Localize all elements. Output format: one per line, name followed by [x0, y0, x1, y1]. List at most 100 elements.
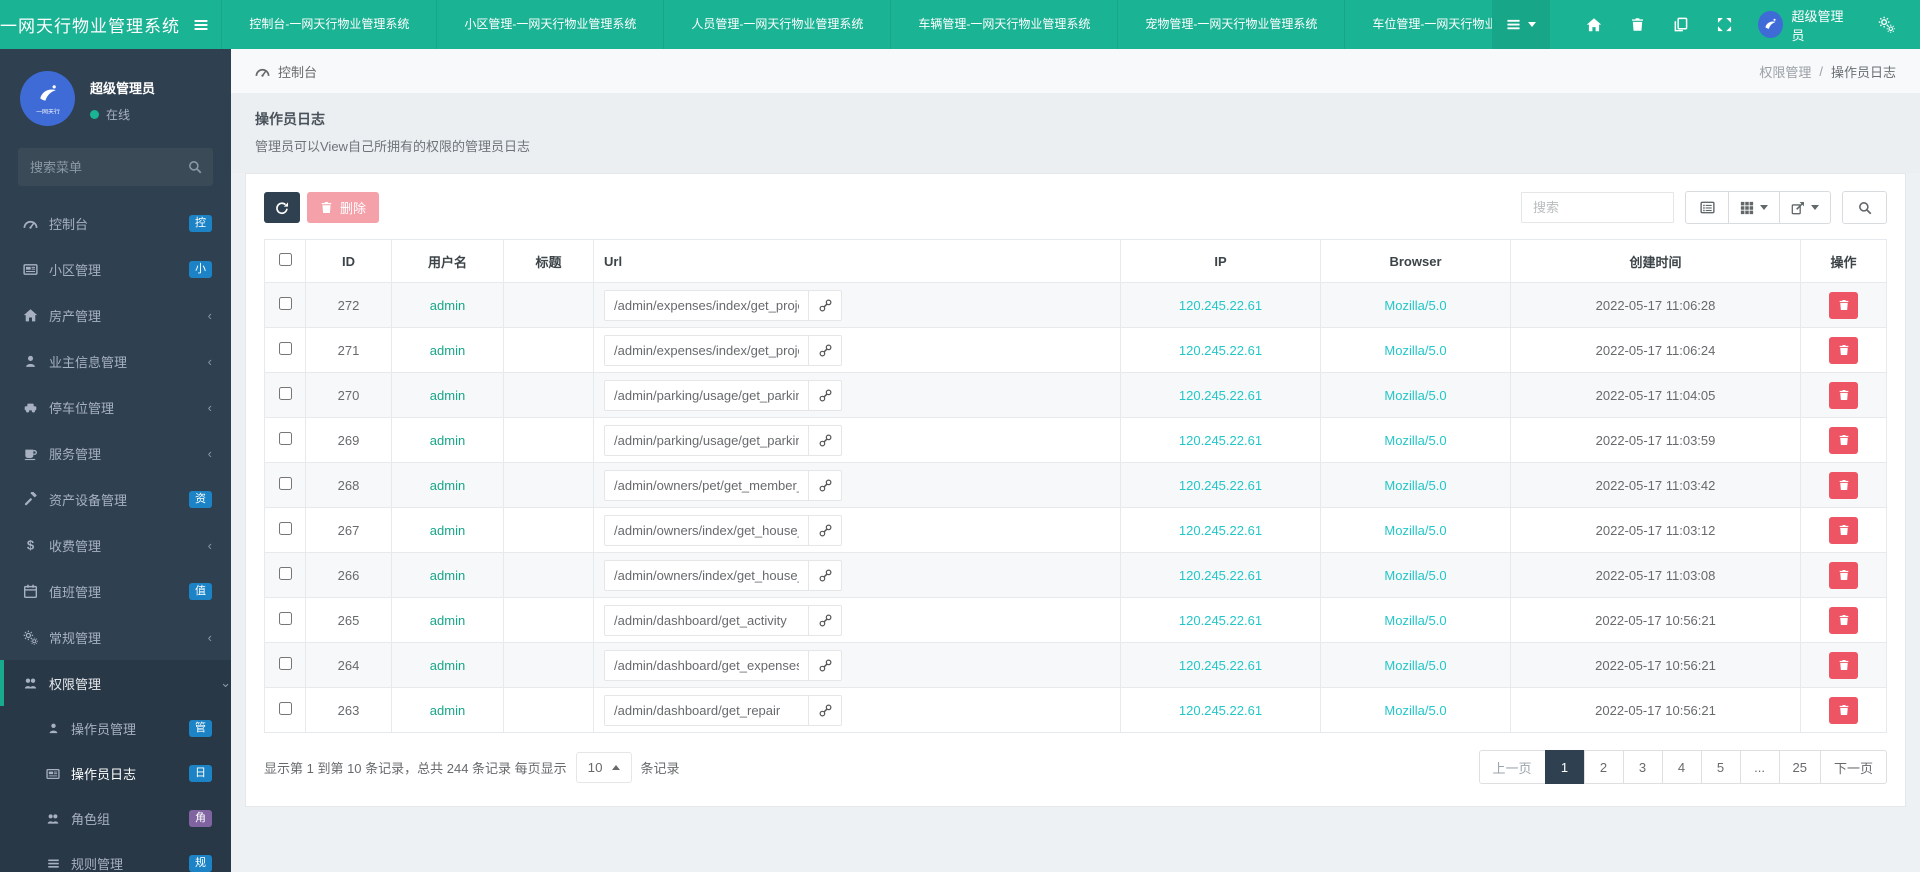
- table-search-input[interactable]: [1521, 192, 1674, 223]
- username-link[interactable]: admin: [430, 523, 465, 538]
- pagination-prev[interactable]: 上一页: [1478, 750, 1546, 784]
- open-url-button[interactable]: [809, 604, 842, 636]
- submenu-item-rules[interactable]: 规则管理 规: [0, 841, 231, 872]
- pagination-next[interactable]: 下一页: [1819, 750, 1887, 784]
- open-url-button[interactable]: [809, 289, 842, 321]
- topbar-tab[interactable]: 车辆管理-一网天行物业管理系统: [890, 0, 1117, 49]
- browser-link[interactable]: Mozilla/5.0: [1384, 613, 1446, 628]
- sidebar-item-permissions[interactable]: 权限管理 ⌄: [0, 660, 231, 706]
- delete-row-button[interactable]: [1829, 696, 1858, 724]
- url-input[interactable]: [604, 559, 809, 591]
- ip-link[interactable]: 120.245.22.61: [1179, 658, 1262, 673]
- row-checkbox[interactable]: [278, 477, 292, 490]
- username-link[interactable]: admin: [430, 478, 465, 493]
- ip-link[interactable]: 120.245.22.61: [1179, 478, 1262, 493]
- row-checkbox[interactable]: [278, 387, 292, 400]
- url-input[interactable]: [604, 694, 809, 726]
- open-url-button[interactable]: [809, 379, 842, 411]
- browser-link[interactable]: Mozilla/5.0: [1384, 388, 1446, 403]
- username-link[interactable]: admin: [430, 388, 465, 403]
- detail-view-button[interactable]: [1685, 191, 1729, 224]
- row-checkbox[interactable]: [278, 657, 292, 670]
- delete-row-button[interactable]: [1829, 561, 1858, 589]
- browser-link[interactable]: Mozilla/5.0: [1384, 433, 1446, 448]
- home-button[interactable]: [1581, 11, 1607, 39]
- sidebar-item[interactable]: 小区管理 小: [0, 246, 231, 292]
- delete-row-button[interactable]: [1829, 471, 1858, 499]
- row-checkbox[interactable]: [278, 432, 292, 445]
- pagination-page[interactable]: 3: [1622, 750, 1663, 784]
- row-checkbox[interactable]: [278, 702, 292, 715]
- username-link[interactable]: admin: [430, 613, 465, 628]
- ip-link[interactable]: 120.245.22.61: [1179, 298, 1262, 313]
- username-link[interactable]: admin: [430, 658, 465, 673]
- delete-row-button[interactable]: [1829, 426, 1858, 454]
- delete-row-button[interactable]: [1829, 606, 1858, 634]
- topbar-tab[interactable]: 控制台-一网天行物业管理系统: [221, 0, 436, 49]
- url-input[interactable]: [604, 379, 809, 411]
- open-url-button[interactable]: [809, 649, 842, 681]
- topbar-user[interactable]: 超级管理员: [1758, 6, 1850, 44]
- submenu-item-operator-log[interactable]: 操作员日志 日: [0, 751, 231, 796]
- url-input[interactable]: [604, 334, 809, 366]
- clear-cache-button[interactable]: [1624, 11, 1650, 39]
- sidebar-item[interactable]: 常规管理 ‹: [0, 614, 231, 660]
- pagination-page[interactable]: 4: [1661, 750, 1702, 784]
- breadcrumb-home[interactable]: 控制台: [278, 62, 317, 81]
- sidebar-item[interactable]: 收费管理 ‹: [0, 522, 231, 568]
- page-size-select[interactable]: 10: [575, 751, 632, 783]
- ip-link[interactable]: 120.245.22.61: [1179, 613, 1262, 628]
- browser-link[interactable]: Mozilla/5.0: [1384, 343, 1446, 358]
- pagination-page-active[interactable]: 1: [1544, 750, 1585, 784]
- open-url-button[interactable]: [809, 559, 842, 591]
- browser-link[interactable]: Mozilla/5.0: [1384, 703, 1446, 718]
- settings-button[interactable]: [1873, 11, 1899, 39]
- ip-link[interactable]: 120.245.22.61: [1179, 523, 1262, 538]
- delete-row-button[interactable]: [1829, 336, 1858, 364]
- delete-row-button[interactable]: [1829, 516, 1858, 544]
- username-link[interactable]: admin: [430, 298, 465, 313]
- browser-link[interactable]: Mozilla/5.0: [1384, 568, 1446, 583]
- row-checkbox[interactable]: [278, 612, 292, 625]
- sidebar-item[interactable]: 值班管理 值: [0, 568, 231, 614]
- username-link[interactable]: admin: [430, 568, 465, 583]
- open-url-button[interactable]: [809, 334, 842, 366]
- sidebar-item[interactable]: 资产设备管理 资: [0, 476, 231, 522]
- row-checkbox[interactable]: [278, 342, 292, 355]
- sidebar-item[interactable]: 停车位管理 ‹: [0, 384, 231, 430]
- fullscreen-button[interactable]: [1712, 11, 1738, 39]
- submenu-item-operators[interactable]: 操作员管理 管: [0, 706, 231, 751]
- topbar-tab[interactable]: 车位管理-一网天行物业管理系统: [1344, 0, 1493, 49]
- ip-link[interactable]: 120.245.22.61: [1179, 433, 1262, 448]
- url-input[interactable]: [604, 469, 809, 501]
- open-url-button[interactable]: [809, 694, 842, 726]
- topbar-tab[interactable]: 人员管理-一网天行物业管理系统: [663, 0, 890, 49]
- sidebar-item[interactable]: 服务管理 ‹: [0, 430, 231, 476]
- sidebar-toggle-button[interactable]: [180, 0, 221, 49]
- url-input[interactable]: [604, 289, 809, 321]
- delete-row-button[interactable]: [1829, 651, 1858, 679]
- row-checkbox[interactable]: [278, 522, 292, 535]
- row-checkbox[interactable]: [278, 297, 292, 310]
- pagination-page[interactable]: 25: [1778, 750, 1821, 784]
- url-input[interactable]: [604, 649, 809, 681]
- open-url-button[interactable]: [809, 469, 842, 501]
- tabs-dropdown-button[interactable]: [1492, 0, 1550, 49]
- browser-link[interactable]: Mozilla/5.0: [1384, 523, 1446, 538]
- url-input[interactable]: [604, 424, 809, 456]
- delete-row-button[interactable]: [1829, 291, 1858, 319]
- browser-link[interactable]: Mozilla/5.0: [1384, 298, 1446, 313]
- row-checkbox[interactable]: [278, 567, 292, 580]
- columns-button[interactable]: [1728, 191, 1780, 224]
- pagination-page[interactable]: ...: [1739, 750, 1780, 784]
- browser-link[interactable]: Mozilla/5.0: [1384, 658, 1446, 673]
- ip-link[interactable]: 120.245.22.61: [1179, 388, 1262, 403]
- ip-link[interactable]: 120.245.22.61: [1179, 703, 1262, 718]
- sidebar-item[interactable]: 业主信息管理 ‹: [0, 338, 231, 384]
- open-url-button[interactable]: [809, 514, 842, 546]
- sidebar-item[interactable]: 房产管理 ‹: [0, 292, 231, 338]
- username-link[interactable]: admin: [430, 433, 465, 448]
- submenu-item-role-groups[interactable]: 角色组 角: [0, 796, 231, 841]
- open-url-button[interactable]: [809, 424, 842, 456]
- url-input[interactable]: [604, 604, 809, 636]
